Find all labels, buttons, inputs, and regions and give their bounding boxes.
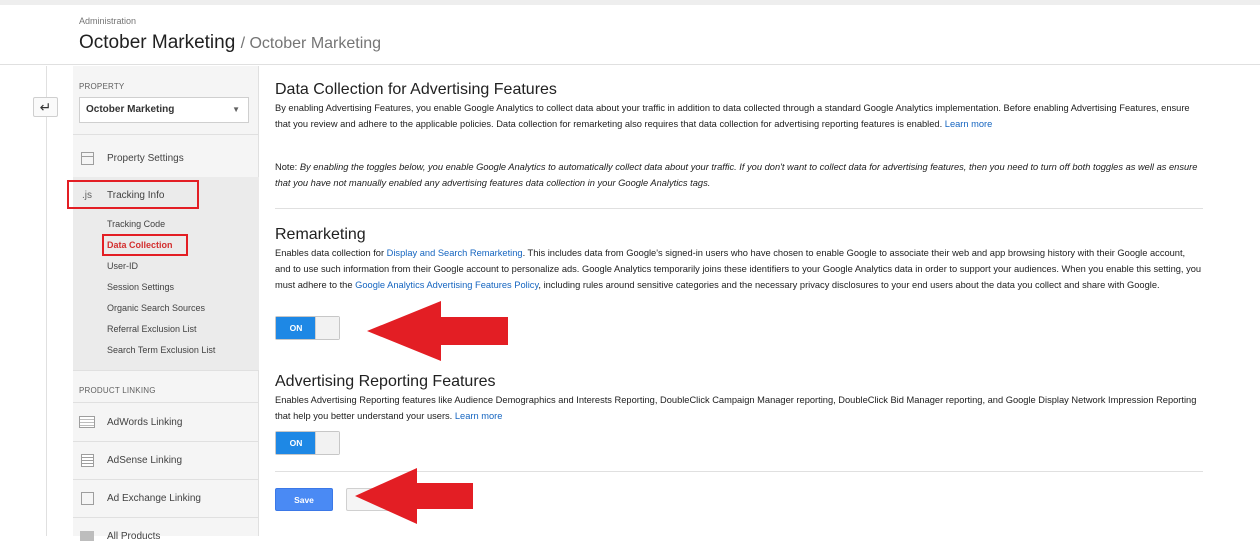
- property-select-value: October Marketing: [86, 104, 175, 115]
- page-title-main: October Marketing: [79, 32, 236, 53]
- admin-sidebar: PROPERTY October Marketing ▼ Property Se…: [67, 66, 259, 542]
- sidebar-item-label: All Products: [107, 530, 161, 542]
- sidebar-subitem-organic-search-sources[interactable]: Organic Search Sources: [107, 303, 205, 313]
- property-label: PROPERTY: [79, 82, 125, 91]
- sidebar-divider: [73, 402, 259, 403]
- intro-text: By enabling Advertising Features, you en…: [275, 100, 1203, 132]
- red-arrow-icon: [355, 468, 473, 524]
- adsense-icon: [79, 453, 95, 467]
- note-text: Note: By enabling the toggles below, you…: [275, 159, 1203, 191]
- breadcrumb[interactable]: Administration: [79, 16, 136, 26]
- sidebar-divider: [73, 370, 259, 371]
- learn-more-link[interactable]: Learn more: [945, 119, 993, 129]
- remarketing-title: Remarketing: [275, 226, 366, 243]
- reporting-body: Enables Advertising Reporting features l…: [275, 395, 1197, 422]
- reporting-text: Enables Advertising Reporting features l…: [275, 392, 1203, 424]
- sidebar-subitem-tracking-code[interactable]: Tracking Code: [107, 219, 165, 229]
- chevron-down-icon: ▼: [232, 105, 240, 114]
- property-select[interactable]: October Marketing ▼: [79, 97, 249, 123]
- sidebar-item-property-settings[interactable]: Property Settings: [79, 140, 255, 176]
- back-button[interactable]: ↵: [33, 97, 58, 117]
- section-title: Data Collection for Advertising Features: [275, 81, 557, 98]
- highlight-box-data-collection: [102, 234, 188, 256]
- sidebar-item-label: AdSense Linking: [107, 454, 183, 466]
- adwords-icon: [79, 415, 95, 429]
- toggle-on-label: ON: [276, 432, 316, 454]
- sidebar-subitem-referral-exclusion-list[interactable]: Referral Exclusion List: [107, 324, 197, 334]
- advertising-features-policy-link[interactable]: Google Analytics Advertising Features Po…: [355, 280, 538, 290]
- sidebar-item-label: AdWords Linking: [107, 416, 183, 428]
- display-search-remarketing-link[interactable]: Display and Search Remarketing: [387, 248, 523, 258]
- intro-body: By enabling Advertising Features, you en…: [275, 103, 1190, 130]
- sidebar-divider: [73, 134, 259, 135]
- remarketing-toggle[interactable]: ON: [275, 316, 340, 340]
- highlight-box-tracking-info: [67, 180, 199, 209]
- toggle-knob: [315, 317, 339, 339]
- red-arrow-icon: [367, 301, 508, 361]
- divider: [275, 208, 1203, 209]
- remarketing-text-a: Enables data collection for: [275, 248, 385, 258]
- toggle-on-label: ON: [276, 317, 316, 339]
- page-header: Administration October Marketing / Octob…: [0, 5, 1260, 65]
- all-products-icon: [79, 529, 95, 543]
- sidebar-item-ad-exchange-linking[interactable]: Ad Exchange Linking: [79, 480, 255, 516]
- sidebar-item-label: Ad Exchange Linking: [107, 492, 201, 504]
- sidebar-item-label: Property Settings: [107, 152, 184, 164]
- property-settings-icon: [79, 151, 95, 165]
- remarketing-text: Enables data collection for Display and …: [275, 245, 1203, 294]
- note-label: Note:: [275, 162, 298, 172]
- save-button[interactable]: Save: [275, 488, 333, 511]
- sidebar-subitem-session-settings[interactable]: Session Settings: [107, 282, 174, 292]
- rail-divider: [46, 66, 47, 536]
- reporting-title: Advertising Reporting Features: [275, 373, 496, 390]
- sidebar-subitem-search-term-exclusion-list[interactable]: Search Term Exclusion List: [107, 345, 215, 355]
- remarketing-text-c: , including rules around sensitive categ…: [538, 280, 1160, 291]
- left-rail: ↵: [0, 66, 73, 536]
- sidebar-item-all-products[interactable]: All Products: [79, 518, 255, 554]
- sidebar-subitem-user-id[interactable]: User-ID: [107, 261, 138, 271]
- product-linking-label: PRODUCT LINKING: [79, 386, 156, 395]
- page-title-sub: / October Marketing: [240, 35, 382, 52]
- note-body: By enabling the toggles below, you enabl…: [275, 162, 1198, 189]
- reporting-toggle[interactable]: ON: [275, 431, 340, 455]
- back-arrow-icon: ↵: [39, 98, 52, 115]
- toggle-knob: [315, 432, 339, 454]
- ad-exchange-icon: [79, 491, 95, 505]
- sidebar-item-adsense-linking[interactable]: AdSense Linking: [79, 442, 255, 478]
- page-title: October Marketing / October Marketing: [79, 32, 381, 54]
- learn-more-link[interactable]: Learn more: [455, 411, 503, 421]
- sidebar-item-adwords-linking[interactable]: AdWords Linking: [79, 404, 255, 440]
